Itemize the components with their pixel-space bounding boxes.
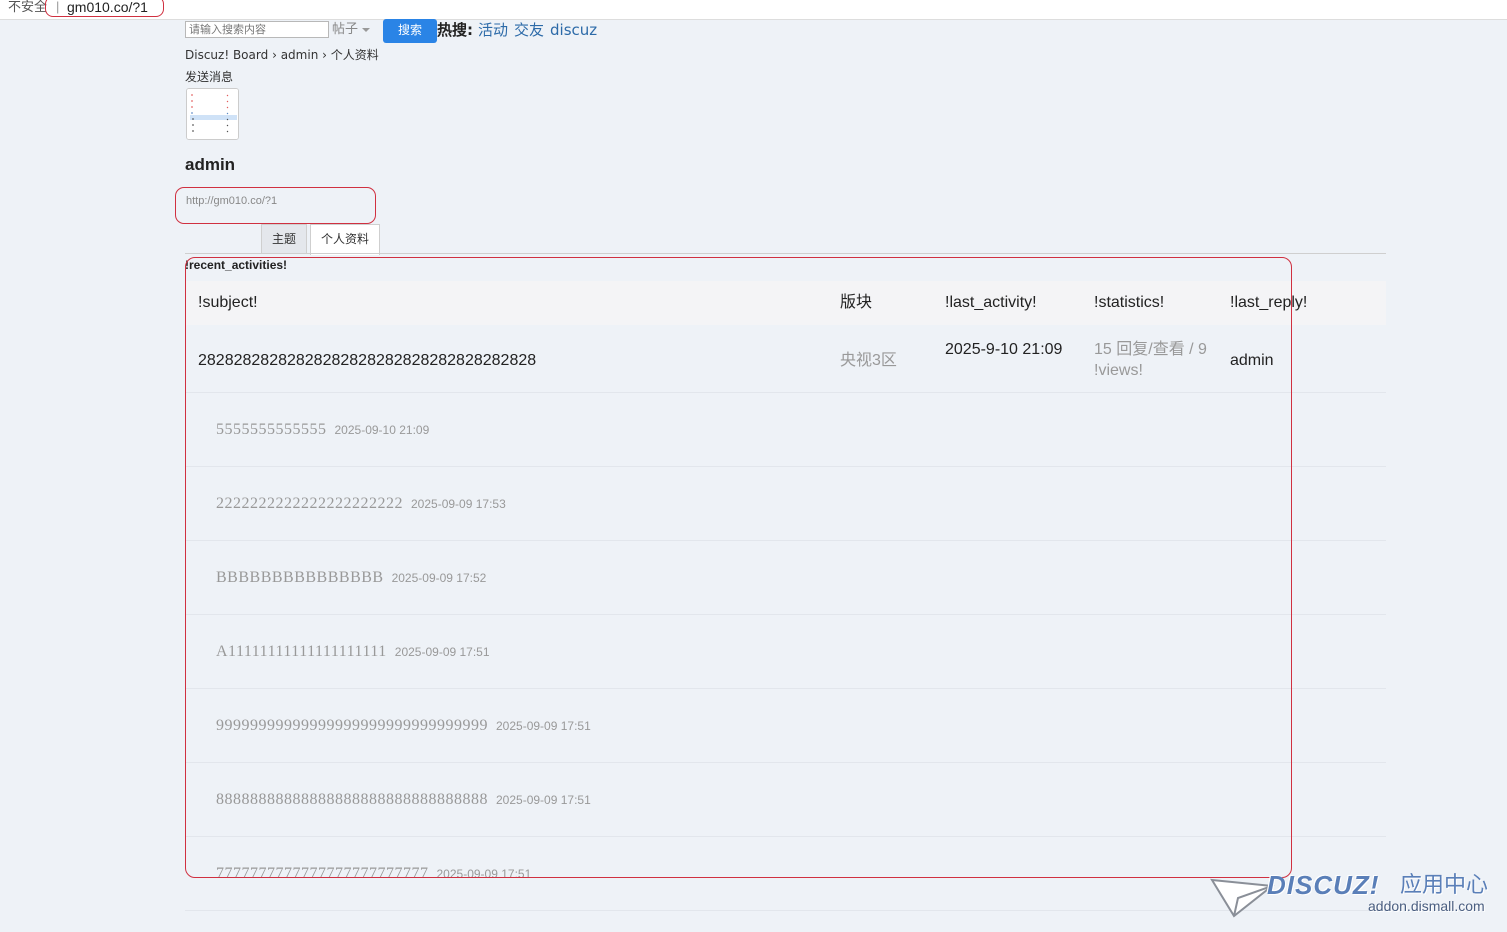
search-type-label: 帖子 — [332, 22, 359, 37]
post-title-link[interactable]: 5555555555555 2025-09-10 21:09 — [216, 420, 429, 440]
post-title[interactable]: BBBBBBBBBBBBBBB — [216, 569, 384, 586]
hot-link[interactable]: 交友 — [514, 21, 544, 39]
hot-search-label: 热搜: — [437, 21, 473, 39]
post-date: 2025-09-09 17:51 — [394, 645, 490, 659]
thread-forum-link[interactable]: 央视3区 — [840, 350, 897, 371]
post-title[interactable]: 88888888888888888888888888888888 — [216, 791, 488, 808]
table-row: 28282828282828282828282828282828282828 央… — [185, 326, 1386, 393]
post-title-link[interactable]: A11111111111111111111 2025-09-09 17:51 — [216, 642, 490, 662]
list-item: 88888888888888888888888888888888 2025-09-… — [185, 763, 1386, 837]
search-type-select[interactable]: 帖子 — [332, 21, 371, 39]
post-title-link[interactable]: 7777777777777777777777777 2025-09-09 17:5… — [216, 864, 531, 884]
list-item: A11111111111111111111 2025-09-09 17:51 — [185, 615, 1386, 689]
post-date: 2025-09-09 17:51 — [436, 867, 532, 881]
post-title[interactable]: A11111111111111111111 — [216, 643, 387, 660]
column-header-statistics: !statistics! — [1094, 294, 1165, 311]
breadcrumb-home[interactable]: Discuz! Board — [185, 48, 268, 62]
tab-threads[interactable]: 主题 — [261, 224, 307, 254]
annotation-circle-site-url — [175, 187, 376, 224]
avatar-image — [187, 89, 238, 139]
post-date: 2025-09-09 17:53 — [411, 497, 506, 511]
table-header: !subject! 版块 !last_activity! !statistics… — [185, 281, 1386, 325]
hot-search-links: 活动 交友 discuz — [478, 20, 603, 40]
breadcrumb-separator: › — [322, 48, 327, 62]
send-message-link[interactable]: 发送消息 — [185, 69, 233, 85]
post-date: 2025-09-09 17:51 — [496, 793, 591, 807]
thread-subject-link[interactable]: 28282828282828282828282828282828282828 — [198, 350, 536, 371]
watermark-cn-text: 应用中心 — [1400, 873, 1489, 898]
post-title[interactable]: 7777777777777777777777777 — [216, 865, 429, 882]
search-input[interactable]: 请输入搜索内容 — [185, 21, 329, 38]
list-item: 99999999999999999999999999999999 2025-09-… — [185, 689, 1386, 763]
column-header-last-reply: !last_reply! — [1230, 294, 1308, 311]
column-header-forum: 版块 — [840, 294, 873, 311]
list-item: 5555555555555 2025-09-10 21:09 — [185, 393, 1386, 467]
chevron-down-icon — [362, 27, 371, 32]
browser-address-bar: 不安全 | gm010.co/?1 — [0, 0, 1507, 20]
post-date: 2025-09-09 17:52 — [391, 571, 487, 585]
list-item: 2222222222222222222222 2025-09-09 17:53 — [185, 467, 1386, 541]
post-title[interactable]: 99999999999999999999999999999999 — [216, 717, 488, 734]
profile-username: admin — [185, 155, 236, 174]
watermark-logo: DISCUZ! — [1267, 870, 1380, 900]
post-title[interactable]: 2222222222222222222222 — [216, 495, 403, 512]
avatar[interactable] — [186, 88, 239, 140]
column-header-subject: !subject! — [198, 294, 258, 311]
post-list: 5555555555555 2025-09-10 21:09 2222222222… — [185, 393, 1386, 911]
post-title-link[interactable]: 99999999999999999999999999999999 2025-09-… — [216, 716, 591, 736]
post-title[interactable]: 5555555555555 — [216, 421, 327, 438]
breadcrumb: Discuz! Board › admin › 个人资料 — [185, 47, 379, 63]
post-title-link[interactable]: BBBBBBBBBBBBBBB 2025-09-09 17:52 — [216, 568, 486, 588]
column-header-last-activity: !last_activity! — [945, 294, 1037, 311]
insecure-label[interactable]: 不安全 — [8, 0, 47, 14]
hot-link[interactable]: discuz — [550, 21, 597, 39]
post-date: 2025-09-10 21:09 — [334, 423, 430, 437]
tab-profile[interactable]: 个人资料 — [310, 224, 380, 255]
post-date: 2025-09-09 17:51 — [496, 719, 591, 733]
annotation-circle-url — [45, 0, 164, 17]
breadcrumb-current: 个人资料 — [330, 48, 379, 62]
breadcrumb-user[interactable]: admin — [281, 48, 319, 62]
watermark: DISCUZ! 应用中心 addon.dismall.com — [1210, 866, 1500, 926]
hot-link[interactable]: 活动 — [478, 21, 508, 39]
list-item: 7777777777777777777777777 2025-09-09 17:5… — [185, 837, 1386, 911]
search-button[interactable]: 搜索 — [383, 19, 437, 43]
section-title: !recent_activities! — [185, 258, 288, 272]
thread-statistics: 15 回复/查看 / 9 !views! — [1094, 341, 1207, 379]
post-title-link[interactable]: 88888888888888888888888888888888 2025-09-… — [216, 790, 591, 810]
tabs-divider — [185, 253, 1386, 254]
watermark-site: addon.dismall.com — [1368, 898, 1485, 914]
breadcrumb-separator: › — [272, 48, 277, 62]
list-item: BBBBBBBBBBBBBBB 2025-09-09 17:52 — [185, 541, 1386, 615]
post-title-link[interactable]: 2222222222222222222222 2025-09-09 17:53 — [216, 494, 506, 514]
thread-last-activity: 2025-9-10 21:09 — [945, 341, 1063, 358]
thread-last-reply-user[interactable]: admin — [1230, 350, 1274, 371]
